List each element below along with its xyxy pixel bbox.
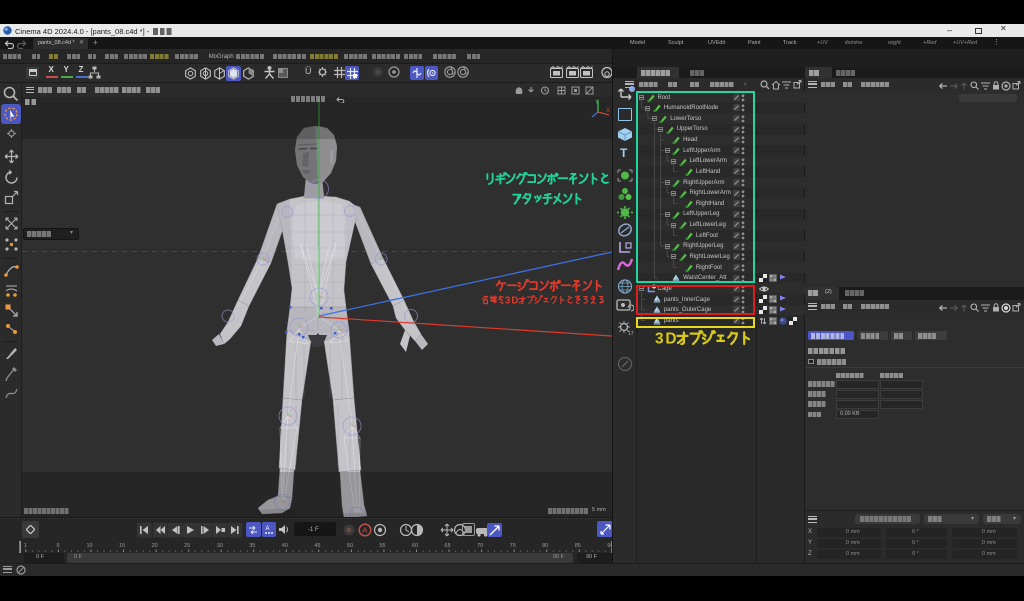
svg-text:35: 35 [249,543,255,549]
svg-text:65: 65 [445,543,451,549]
svg-text:1: 1 [24,543,27,549]
svg-text:D: D [665,330,676,347]
svg-text:Y: Y [595,100,599,106]
svg-text:20: 20 [152,543,158,549]
svg-text:15: 15 [119,543,125,549]
svg-text:5: 5 [56,543,59,549]
svg-text:85: 85 [575,543,581,549]
svg-text:30: 30 [217,543,223,549]
svg-text:3: 3 [505,295,511,306]
svg-text:50: 50 [347,543,353,549]
svg-text:A: A [265,526,269,532]
svg-text:70: 70 [477,543,483,549]
svg-text:10: 10 [87,543,93,549]
svg-text:45: 45 [314,543,320,549]
svg-text:3: 3 [655,330,664,347]
svg-text:X: X [606,108,610,114]
svg-text:17: 17 [628,331,634,336]
svg-text:25: 25 [184,543,190,549]
svg-text:75: 75 [510,543,516,549]
svg-text:55: 55 [379,543,385,549]
svg-text:D: D [511,295,518,306]
svg-text:60: 60 [412,543,418,549]
svg-text:80: 80 [542,543,548,549]
svg-text:40: 40 [282,543,288,549]
svg-text:A: A [362,525,367,534]
